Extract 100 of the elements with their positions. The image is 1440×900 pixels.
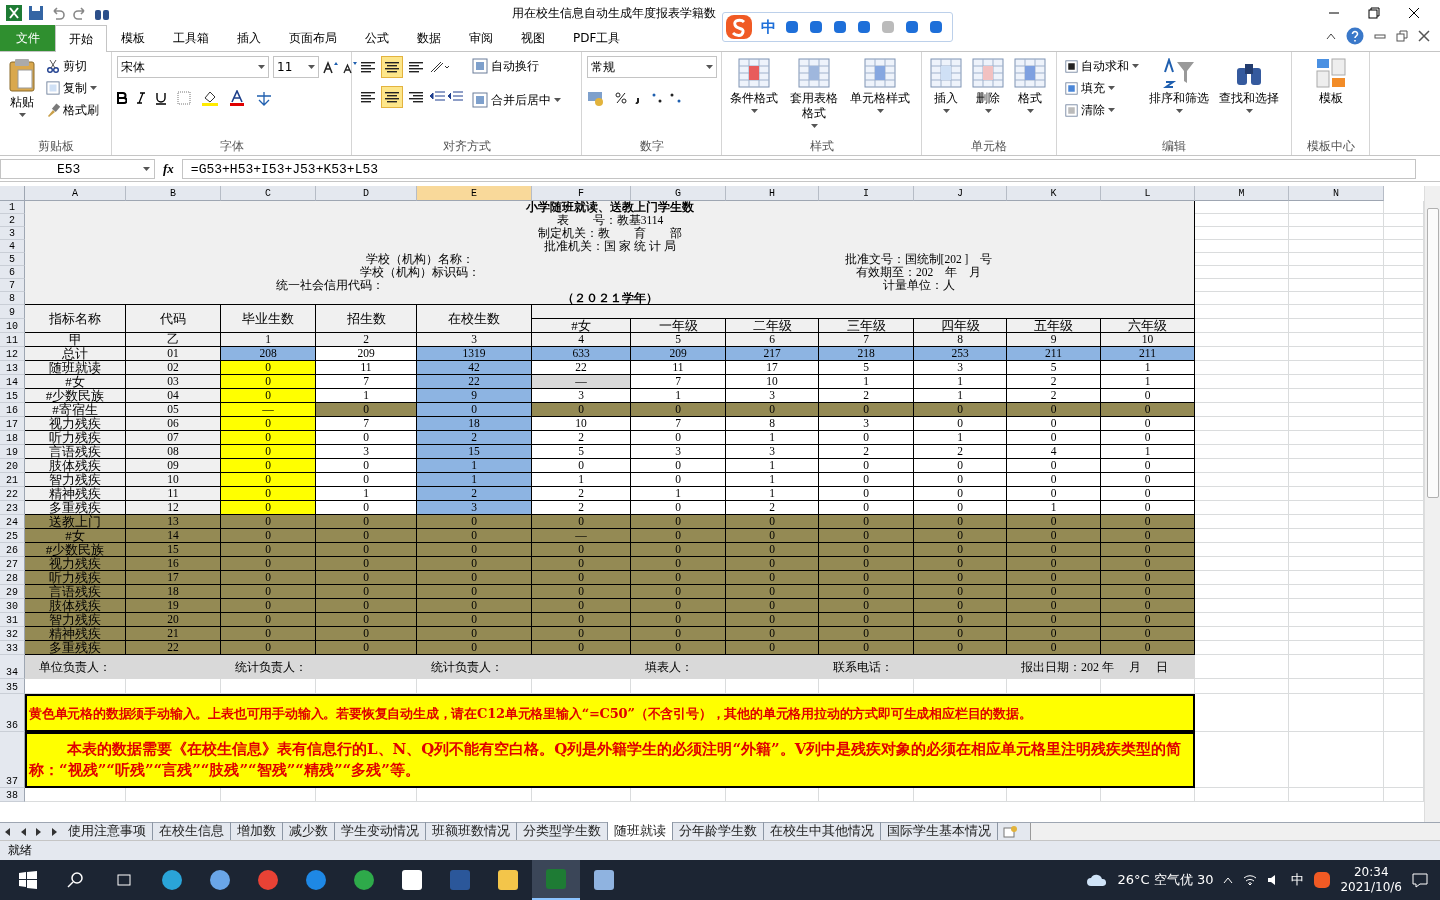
minimize-icon[interactable] xyxy=(1374,31,1386,41)
column-header[interactable]: N xyxy=(1289,186,1384,201)
row-number[interactable]: 1 xyxy=(0,201,25,214)
row-number[interactable]: 24 xyxy=(0,515,25,529)
row-number[interactable]: 32 xyxy=(0,627,25,641)
empty-cell[interactable] xyxy=(1289,585,1384,599)
empty-cell[interactable] xyxy=(1289,279,1384,292)
align-button[interactable] xyxy=(381,86,403,108)
empty-cell[interactable] xyxy=(1289,389,1384,403)
ime-mode-indicator[interactable]: 中 xyxy=(761,17,776,37)
column-header[interactable]: I xyxy=(819,186,914,201)
empty-cell[interactable] xyxy=(1289,240,1384,253)
help-icon[interactable] xyxy=(1346,27,1364,45)
row-number[interactable]: 27 xyxy=(0,557,25,571)
font-size-field[interactable]: 11 xyxy=(273,56,319,78)
new-sheet-icon[interactable] xyxy=(1002,824,1018,839)
column-header[interactable]: J xyxy=(914,186,1007,201)
row-number[interactable]: 12 xyxy=(0,347,25,361)
ribbon-tab[interactable]: 页面布局 xyxy=(275,25,351,51)
row-number[interactable]: 30 xyxy=(0,599,25,613)
empty-cell[interactable] xyxy=(1289,641,1384,655)
ribbon-tab[interactable]: 插入 xyxy=(223,25,275,51)
empty-cell[interactable] xyxy=(1289,333,1384,347)
style-button[interactable]: 条件格式 xyxy=(727,56,781,138)
wifi-icon[interactable] xyxy=(1243,874,1258,886)
chevron-up-icon[interactable] xyxy=(1223,876,1234,884)
collapse-ribbon-icon[interactable] xyxy=(1326,32,1336,40)
empty-cell[interactable] xyxy=(1289,266,1384,279)
insert-function-button[interactable]: fx xyxy=(163,161,174,177)
paste-button[interactable]: 粘贴 xyxy=(5,56,39,138)
empty-cell[interactable] xyxy=(1289,459,1384,473)
formula-field[interactable]: =G53+H53+I53+J53+K53+L53 xyxy=(181,159,1416,179)
ribbon-tab[interactable]: PDF工具 xyxy=(559,25,635,51)
row-number[interactable]: 36 xyxy=(0,694,25,732)
empty-cell[interactable] xyxy=(1289,319,1384,333)
ribbon-tab[interactable]: 视图 xyxy=(507,25,559,51)
row-number[interactable]: 6 xyxy=(0,266,25,279)
row-number[interactable]: 37 xyxy=(0,732,25,788)
style-button[interactable]: 套用表格格式 xyxy=(785,56,843,138)
wrap-text-button[interactable]: 自动换行 xyxy=(469,56,564,76)
undo-icon[interactable] xyxy=(50,4,66,21)
clock[interactable]: 20:34 2021/10/6 xyxy=(1340,865,1402,895)
empty-cell[interactable] xyxy=(1289,571,1384,585)
close-icon[interactable] xyxy=(1408,6,1420,19)
font-name-field[interactable]: 宋体 xyxy=(117,56,269,78)
style-button[interactable]: 单元格样式 xyxy=(847,56,913,138)
empty-cell[interactable] xyxy=(1289,445,1384,459)
name-box[interactable]: E53 xyxy=(0,159,155,179)
empty-cell[interactable] xyxy=(1289,543,1384,557)
row-number[interactable]: 10 xyxy=(0,319,25,333)
empty-cell[interactable] xyxy=(1289,613,1384,627)
empty-cell[interactable] xyxy=(1289,375,1384,389)
row-number[interactable]: 34 xyxy=(0,655,25,679)
empty-cell[interactable] xyxy=(1289,487,1384,501)
ribbon-tab[interactable]: 模板 xyxy=(107,25,159,51)
empty-cell[interactable] xyxy=(1289,347,1384,361)
redo-icon[interactable] xyxy=(72,4,88,21)
row-number[interactable]: 22 xyxy=(0,487,25,501)
empty-cell[interactable] xyxy=(1289,431,1384,445)
empty-cell[interactable] xyxy=(1289,694,1384,732)
row-number[interactable]: 15 xyxy=(0,389,25,403)
restore-icon[interactable] xyxy=(1368,6,1380,19)
cut-button[interactable]: 剪切 xyxy=(43,56,102,76)
format-painter-button[interactable]: 格式刷 xyxy=(43,100,102,120)
vertical-scrollbar[interactable] xyxy=(1424,186,1440,822)
ribbon-tab[interactable]: 审阅 xyxy=(455,25,507,51)
number-format-field[interactable]: 常规 xyxy=(587,56,717,78)
row-number[interactable]: 26 xyxy=(0,543,25,557)
input-method-logo-icon[interactable] xyxy=(1314,872,1331,888)
row-number[interactable]: 4 xyxy=(0,240,25,253)
row-number[interactable]: 38 xyxy=(0,788,25,802)
ribbon-tab[interactable]: 文件 xyxy=(0,25,55,51)
empty-cell[interactable] xyxy=(1289,305,1384,319)
ime-indicator[interactable]: 中 xyxy=(1291,871,1305,889)
horizontal-scrollbar[interactable] xyxy=(1030,823,1440,840)
row-number[interactable]: 3 xyxy=(0,227,25,240)
notification-icon[interactable] xyxy=(1412,872,1428,888)
row-number[interactable]: 13 xyxy=(0,361,25,375)
ribbon-tab[interactable]: 数据 xyxy=(403,25,455,51)
copy-button[interactable]: 复制 xyxy=(43,78,102,98)
edit-button[interactable]: 清除 xyxy=(1062,100,1142,120)
row-number[interactable]: 11 xyxy=(0,333,25,347)
row-number[interactable]: 5 xyxy=(0,253,25,266)
column-header[interactable]: B xyxy=(126,186,221,201)
column-header[interactable]: F xyxy=(532,186,631,201)
save-icon[interactable] xyxy=(28,4,44,21)
empty-cell[interactable] xyxy=(1289,292,1384,305)
empty-cell[interactable] xyxy=(1289,253,1384,266)
column-header[interactable]: M xyxy=(1195,186,1289,201)
column-header[interactable]: K xyxy=(1007,186,1101,201)
row-number[interactable]: 9 xyxy=(0,305,25,319)
ribbon-tab[interactable]: 工具箱 xyxy=(159,25,223,51)
row-number[interactable]: 33 xyxy=(0,641,25,655)
row-number[interactable]: 8 xyxy=(0,292,25,305)
empty-cell[interactable] xyxy=(1289,732,1384,788)
row-number[interactable]: 29 xyxy=(0,585,25,599)
column-header[interactable]: C xyxy=(221,186,316,201)
row-number[interactable]: 2 xyxy=(0,214,25,227)
empty-cell[interactable] xyxy=(1289,655,1384,679)
column-header[interactable]: D xyxy=(316,186,417,201)
